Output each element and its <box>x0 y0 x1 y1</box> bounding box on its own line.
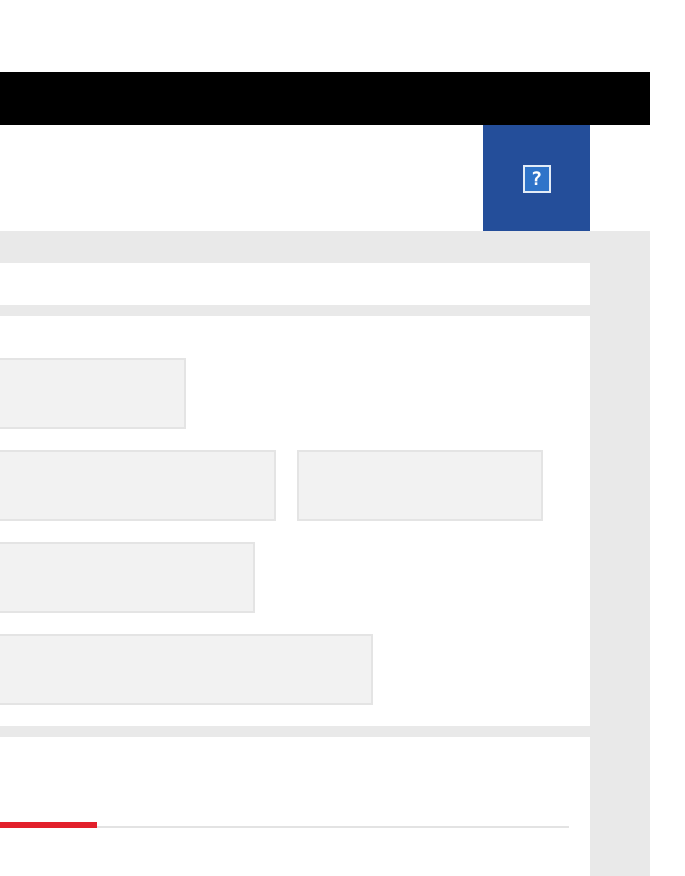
form-field-2[interactable] <box>0 450 276 521</box>
help-panel: ? <box>483 125 590 233</box>
bottom-panel <box>0 737 590 876</box>
form-field-1[interactable] <box>0 358 186 429</box>
progress-bar <box>0 822 569 828</box>
top-bar <box>0 72 650 125</box>
form-field-5[interactable] <box>0 634 373 705</box>
form-field-3[interactable] <box>297 450 543 521</box>
form-field-4[interactable] <box>0 542 255 613</box>
info-strip <box>0 263 590 305</box>
progress-fill <box>0 822 97 828</box>
help-icon[interactable]: ? <box>522 165 551 193</box>
